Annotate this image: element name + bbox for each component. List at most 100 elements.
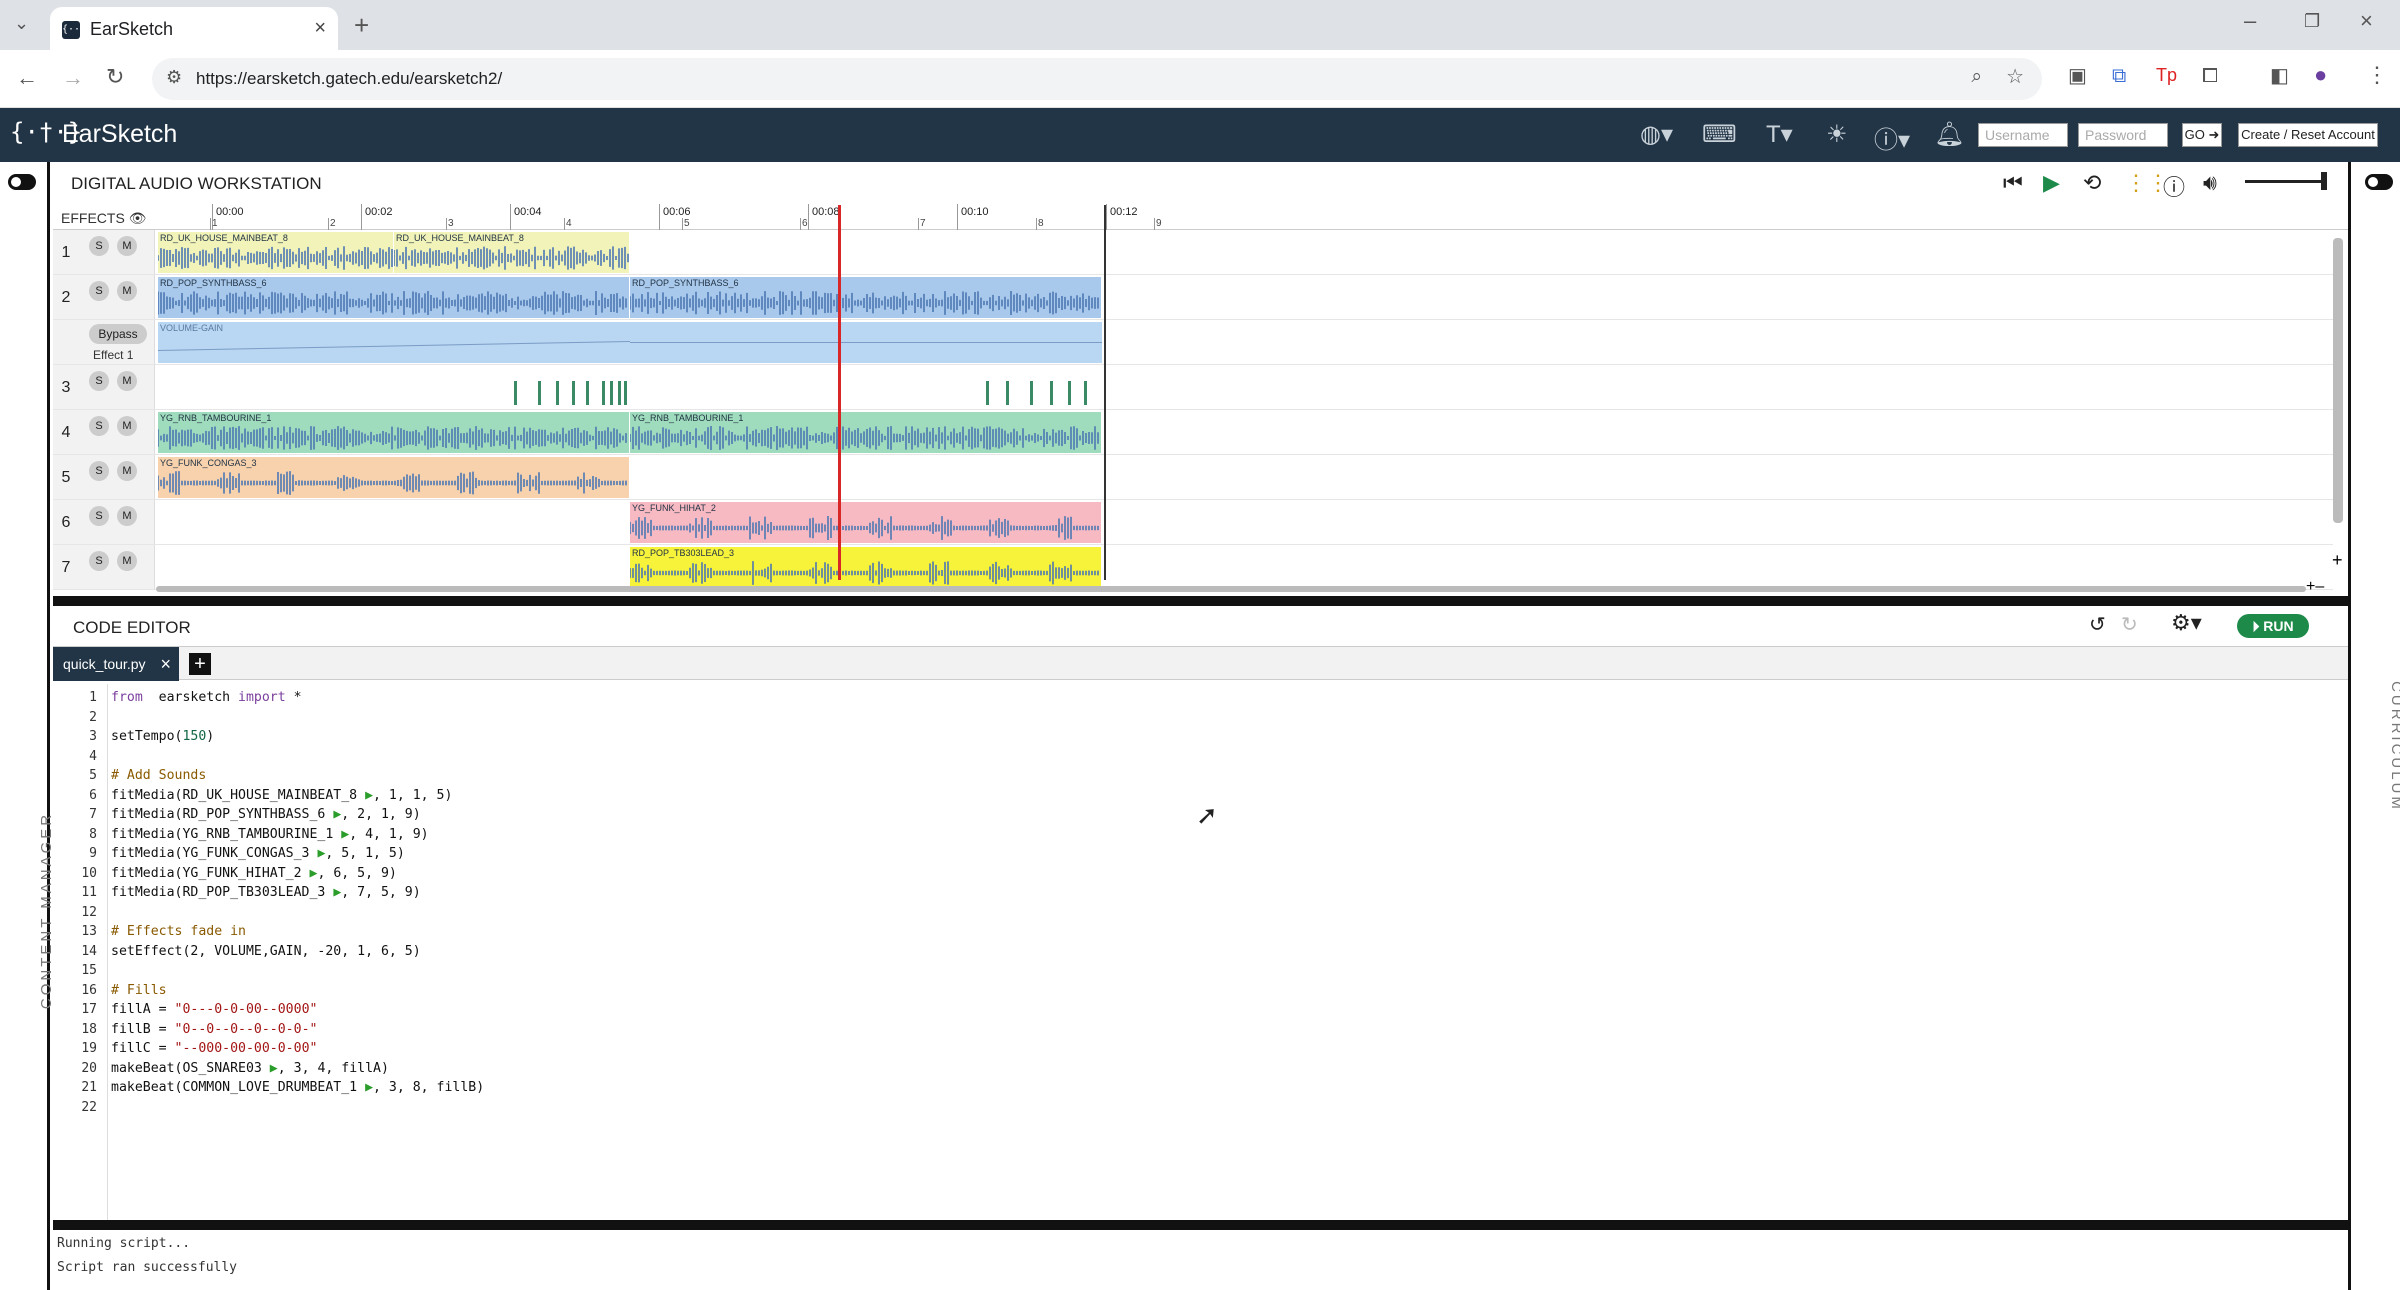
go-button[interactable]: GO ➜ [2182, 123, 2222, 147]
info-icon[interactable]: ⓘ [2163, 170, 2185, 202]
audio-clip[interactable] [630, 367, 1101, 408]
audio-clip[interactable]: RD_POP_TB303LEAD_3 [630, 547, 1101, 588]
solo-button[interactable]: S [89, 281, 109, 301]
preview-play-icon[interactable]: ▶ [270, 1061, 278, 1076]
code-line[interactable]: fitMedia(RD_POP_TB303LEAD_3 ▶, 7, 5, 9) [111, 885, 421, 900]
mute-button[interactable]: M [117, 416, 137, 436]
loop-icon[interactable]: ⟲ [2083, 170, 2101, 196]
volume-slider[interactable] [2245, 180, 2325, 183]
zoom-h-icon[interactable]: +– [2306, 578, 2324, 596]
code-area[interactable]: from earsketch import * setTempo(150) # Ad… [111, 684, 2341, 1222]
code-line[interactable]: makeBeat(OS_SNARE03 ▶, 3, 4, fillA) [111, 1061, 389, 1076]
play-icon[interactable]: ▶ [2043, 170, 2060, 196]
keyboard-icon[interactable]: ⌨ [1702, 120, 1737, 149]
effects-toggle[interactable]: EFFECTS 👁︎ [61, 210, 146, 227]
code-line[interactable]: fitMedia(RD_UK_HOUSE_MAINBEAT_8 ▶, 1, 1,… [111, 788, 452, 803]
password-input[interactable]: Password [2078, 123, 2168, 147]
notifications-bell-icon[interactable]: 🔔︎ [1934, 120, 1964, 149]
close-window-icon[interactable]: × [2360, 10, 2373, 32]
code-line[interactable]: # Fills [111, 983, 167, 998]
restore-icon[interactable]: ❐ [2304, 12, 2320, 30]
bypass-button[interactable]: Bypass [89, 324, 147, 344]
daw-vertical-scrollbar[interactable] [2333, 238, 2343, 523]
solo-button[interactable]: S [89, 416, 109, 436]
audio-clip[interactable]: RD_POP_SYNTHBASS_6 [158, 277, 629, 318]
mute-button[interactable]: M [117, 371, 137, 391]
profile-avatar-icon[interactable]: ● [2314, 64, 2327, 86]
username-input[interactable]: Username [1978, 123, 2068, 147]
preview-play-icon[interactable]: ▶ [365, 1080, 373, 1095]
file-tab-quick-tour[interactable]: quick_tour.py × [53, 647, 179, 681]
side-panel-icon[interactable]: ◧ [2270, 66, 2289, 86]
code-line[interactable]: fillC = "--000-00-00-0-00" [111, 1041, 317, 1056]
solo-button[interactable]: S [89, 461, 109, 481]
solo-button[interactable]: S [89, 236, 109, 256]
playhead[interactable] [838, 205, 841, 580]
audio-clip[interactable]: YG_RNB_TAMBOURINE_1 [158, 412, 629, 453]
address-bar[interactable]: ⚙ https://earsketch.gatech.edu/earsketch… [152, 58, 2042, 100]
zoom-icon[interactable]: ⌕ [1971, 67, 1982, 86]
curriculum-rail[interactable]: CURRICULUM [2348, 162, 2400, 1290]
run-button[interactable]: ⏵ RUN [2237, 614, 2309, 638]
editor-console-divider[interactable] [53, 1220, 2348, 1230]
volume-slider-handle[interactable] [2321, 172, 2327, 190]
reload-icon[interactable]: ↻ [106, 66, 124, 88]
audio-clip[interactable]: YG_FUNK_HIHAT_2 [630, 502, 1101, 543]
eye-icon[interactable]: 👁︎ [129, 210, 147, 226]
code-line[interactable]: setEffect(2, VOLUME,GAIN, -20, 1, 6, 5) [111, 944, 421, 959]
mute-button[interactable]: M [117, 461, 137, 481]
translate-icon[interactable]: ⧉ [2112, 66, 2126, 86]
code-line[interactable]: fitMedia(YG_RNB_TAMBOURINE_1 ▶, 4, 1, 9) [111, 827, 429, 842]
daw-horizontal-scrollbar[interactable] [156, 586, 2306, 592]
content-manager-toggle[interactable] [8, 174, 36, 190]
timeline-ruler[interactable]: EFFECTS 👁︎ 00:00 00:02 00:04 00:06 00:08 00:1… [53, 204, 2348, 230]
audio-clip[interactable] [158, 367, 629, 408]
mute-button[interactable]: M [117, 281, 137, 301]
audio-clip[interactable]: YG_FUNK_CONGAS_3 [158, 457, 629, 498]
content-manager-rail[interactable]: CONTENT MANAGER [0, 162, 55, 1290]
code-line[interactable]: fillA = "0---0-0-00--0000" [111, 1002, 317, 1017]
code-line[interactable]: makeBeat(COMMON_LOVE_DRUMBEAT_1 ▶, 3, 8,… [111, 1080, 484, 1095]
browser-menu-icon[interactable]: ⋮ [2366, 64, 2388, 86]
mute-button[interactable]: M [117, 506, 137, 526]
create-account-button[interactable]: Create / Reset Account [2238, 123, 2378, 147]
tab-list-icon[interactable]: ⌄ [14, 14, 29, 32]
code-line[interactable]: from earsketch import * [111, 690, 302, 705]
close-tab-icon[interactable]: × [314, 17, 326, 40]
extension-1-icon[interactable]: ▣ [2068, 66, 2087, 86]
audio-clip[interactable]: RD_POP_SYNTHBASS_6 [630, 277, 1101, 318]
audio-clip[interactable]: YG_RNB_TAMBOURINE_1 [630, 412, 1101, 453]
theme-sun-icon[interactable]: ☀ [1826, 120, 1848, 149]
forward-icon[interactable]: → [62, 67, 84, 89]
effect-envelope[interactable]: VOLUME-GAIN [158, 322, 1102, 363]
audio-clip[interactable]: RD_UK_HOUSE_MAINBEAT_8 [394, 232, 629, 273]
bookmark-star-icon[interactable]: ☆ [2006, 67, 2024, 87]
code-line[interactable]: # Add Sounds [111, 768, 206, 783]
extension-tp-icon[interactable]: Tp [2156, 66, 2177, 84]
preview-play-icon[interactable]: ▶ [341, 827, 349, 842]
back-icon[interactable]: ← [16, 67, 38, 89]
code-line[interactable]: fillB = "0--0--0--0--0-0-" [111, 1022, 317, 1037]
extensions-puzzle-icon[interactable]: ⧠ [2202, 66, 2218, 86]
site-info-icon[interactable]: ⚙ [166, 67, 182, 88]
undo-icon[interactable]: ↺ [2089, 612, 2106, 637]
browser-tab[interactable]: {··} EarSketch × [50, 7, 338, 50]
mute-button[interactable]: M [117, 236, 137, 256]
audio-clip[interactable]: RD_UK_HOUSE_MAINBEAT_8 [158, 232, 393, 273]
rewind-icon[interactable]: ⏮ [2003, 170, 2023, 196]
solo-button[interactable]: S [89, 551, 109, 571]
redo-icon[interactable]: ↻ [2121, 612, 2138, 637]
settings-gear-icon[interactable]: ⚙▾ [2171, 610, 2202, 636]
code-line[interactable]: fitMedia(YG_FUNK_CONGAS_3 ▶, 5, 1, 5) [111, 846, 405, 861]
info-icon[interactable]: ⓘ▾ [1874, 120, 1910, 155]
font-size-icon[interactable]: T▾ [1766, 120, 1793, 149]
code-line[interactable]: # Effects fade in [111, 924, 246, 939]
language-globe-icon[interactable]: ◍▾ [1640, 120, 1673, 149]
curriculum-label[interactable]: CURRICULUM [2388, 681, 2400, 812]
new-file-tab-button[interactable]: + [189, 653, 211, 675]
daw-editor-divider[interactable] [53, 596, 2348, 606]
close-file-tab-icon[interactable]: × [160, 647, 171, 681]
solo-button[interactable]: S [89, 506, 109, 526]
minimize-icon[interactable]: – [2244, 10, 2256, 32]
curriculum-toggle[interactable] [2365, 174, 2393, 190]
